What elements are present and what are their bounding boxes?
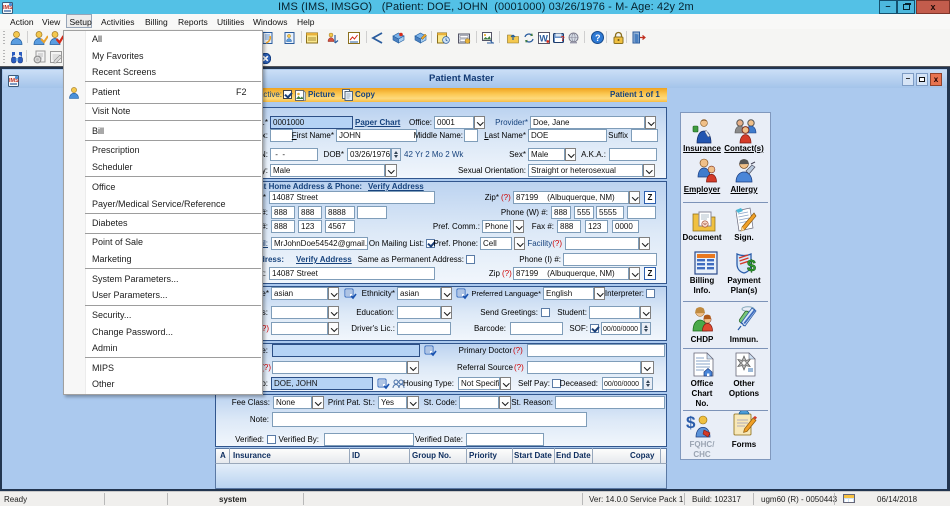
svg-text:IMS: IMS: [9, 78, 19, 84]
svg-text:?: ?: [561, 36, 565, 43]
svg-text:$: $: [686, 413, 696, 432]
svg-text:IMS: IMS: [3, 5, 13, 11]
svg-text:?: ?: [595, 33, 601, 43]
svg-text:$: $: [747, 258, 756, 275]
